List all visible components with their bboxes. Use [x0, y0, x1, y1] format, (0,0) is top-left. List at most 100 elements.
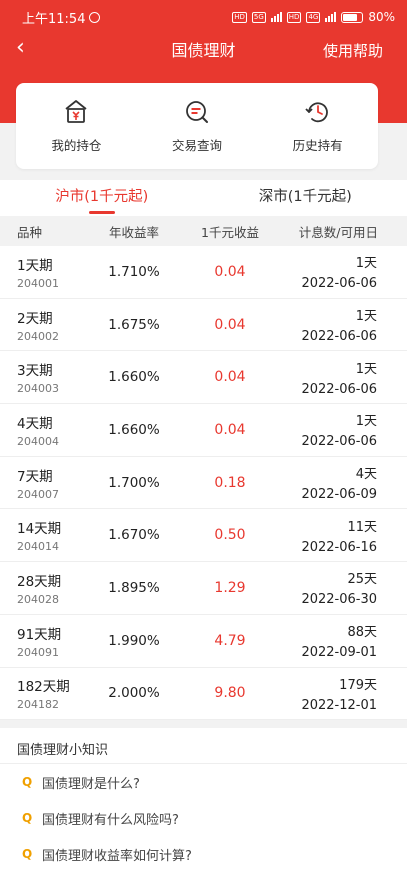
earn-per-thousand: 0.04	[214, 369, 246, 386]
faq-item[interactable]: Q 国债理财收益率如何计算?	[0, 836, 407, 869]
available-date: 2022-09-01	[301, 645, 377, 661]
faq-item[interactable]: Q 国债理财是什么?	[0, 764, 407, 800]
product-code: 204028	[17, 592, 59, 606]
table-row[interactable]: 14天期 204014 1.670% 0.50 11天 2022-06-16	[0, 509, 407, 563]
question-icon: Q	[22, 811, 33, 825]
available-date: 2022-06-06	[301, 276, 377, 292]
col-header-product: 品种	[17, 224, 43, 240]
table-header: 品种 年收益率 1千元收益 计息数/可用日	[0, 216, 407, 246]
signal-icon	[270, 12, 282, 22]
available-date: 2022-12-01	[301, 697, 377, 713]
available-date: 2022-06-16	[301, 539, 377, 555]
product-name: 28天期	[17, 573, 62, 590]
product-name: 182天期	[17, 679, 70, 696]
product-name: 2天期	[17, 310, 53, 327]
product-code: 204004	[17, 434, 59, 448]
hd-badge: HD	[232, 11, 247, 23]
product-code: 204001	[17, 276, 59, 290]
available-date: 2022-06-06	[301, 329, 377, 345]
knowledge-section: 国债理财小知识 Q 国债理财是什么? Q 国债理财有什么风险吗? Q 国债理财收…	[0, 728, 407, 869]
product-name: 91天期	[17, 626, 62, 643]
available-date: 2022-06-06	[301, 381, 377, 397]
market-tabs: 沪市(1千元起) 深市(1千元起)	[0, 180, 407, 216]
wallet-yuan-icon	[65, 100, 87, 123]
table-row[interactable]: 2天期 204002 1.675% 0.04 1天 2022-06-06	[0, 299, 407, 352]
product-code: 204182	[17, 698, 59, 712]
earn-per-thousand: 4.79	[214, 632, 246, 649]
signal-icon-2	[325, 12, 337, 22]
annual-rate: 1.675%	[108, 316, 160, 333]
quick-trade-query[interactable]: 交易查询	[147, 98, 247, 154]
col-header-earn: 1千元收益	[201, 224, 259, 240]
question-icon: Q	[22, 847, 33, 861]
faq-text: 国债理财收益率如何计算?	[42, 848, 192, 864]
faq-item[interactable]: Q 国债理财有什么风险吗?	[0, 800, 407, 836]
available-date: 2022-06-30	[301, 592, 377, 608]
help-link[interactable]: 使用帮助	[323, 40, 383, 61]
history-clock-icon	[305, 102, 328, 123]
earn-per-thousand: 0.18	[214, 474, 246, 491]
tab-shanghai[interactable]: 沪市(1千元起)	[0, 180, 204, 216]
interest-days: 25天	[347, 572, 377, 588]
tab-shenzhen[interactable]: 深市(1千元起)	[204, 180, 407, 216]
table-row[interactable]: 3天期 204003 1.660% 0.04 1天 2022-06-06	[0, 351, 407, 405]
product-name: 1天期	[17, 257, 53, 274]
network-5g-label: 5G	[251, 11, 266, 23]
quick-label: 我的持仓	[51, 138, 102, 153]
product-name: 4天期	[17, 415, 53, 432]
annual-rate: 1.895%	[108, 579, 160, 596]
back-arrow-icon[interactable]: ‹	[16, 37, 25, 59]
network-4g-label: 4G	[306, 11, 321, 23]
quick-label: 交易查询	[171, 138, 222, 153]
annual-rate: 1.660%	[108, 421, 160, 438]
earn-per-thousand: 0.04	[214, 421, 246, 438]
repo-table: 1天期 204001 1.710% 0.04 1天 2022-06-06 2天期 20…	[0, 246, 407, 721]
annual-rate: 1.660%	[108, 369, 160, 386]
annual-rate: 1.990%	[108, 632, 160, 649]
product-code: 204014	[17, 540, 59, 554]
hd-badge-2: HD	[286, 11, 302, 23]
quick-my-holdings[interactable]: 我的持仓	[26, 98, 126, 154]
interest-days: 179天	[339, 677, 377, 693]
product-name: 7天期	[17, 468, 53, 485]
product-code: 204091	[17, 645, 59, 659]
faq-text: 国债理财有什么风险吗?	[42, 812, 179, 828]
table-row[interactable]: 4天期 204004 1.660% 0.04 1天 2022-06-06	[0, 404, 407, 457]
battery-level: 80%	[368, 10, 395, 24]
table-row[interactable]: 28天期 204028 1.895% 1.29 25天 2022-06-30	[0, 562, 407, 615]
earn-per-thousand: 0.04	[214, 263, 246, 280]
interest-days: 11天	[347, 519, 377, 535]
table-row[interactable]: 1天期 204001 1.710% 0.04 1天 2022-06-06	[0, 246, 407, 299]
interest-days: 1天	[355, 414, 377, 430]
earn-per-thousand: 0.04	[214, 316, 246, 333]
interest-days: 88天	[347, 625, 377, 641]
product-name: 14天期	[17, 521, 62, 538]
status-bar: 上午11:54 HD 5G HD 4G 80%	[0, 0, 407, 34]
interest-days: 4天	[355, 467, 377, 483]
annual-rate: 1.700%	[108, 474, 160, 491]
knowledge-title: 国债理财小知识	[0, 728, 407, 764]
earn-per-thousand: 1.29	[214, 579, 246, 596]
faq-text: 国债理财是什么?	[42, 776, 140, 792]
search-coin-icon	[186, 101, 208, 123]
interest-days: 1天	[355, 361, 377, 377]
status-time: 上午11:54	[22, 11, 86, 27]
col-header-rate: 年收益率	[108, 224, 159, 240]
available-date: 2022-06-09	[301, 487, 377, 503]
table-row[interactable]: 182天期 204182 2.000% 9.80 179天 2022-12-01	[0, 668, 407, 721]
question-icon: Q	[22, 775, 33, 789]
annual-rate: 1.670%	[108, 527, 160, 544]
available-date: 2022-06-06	[301, 434, 377, 450]
earn-per-thousand: 9.80	[214, 685, 246, 702]
table-row[interactable]: 7天期 204007 1.700% 0.18 4天 2022-06-09	[0, 457, 407, 510]
alarm-icon	[89, 11, 101, 23]
quick-label: 历史持有	[292, 138, 343, 153]
interest-days: 1天	[355, 309, 377, 325]
table-row[interactable]: 91天期 204091 1.990% 4.79 88天 2022-09-01	[0, 615, 407, 668]
product-code: 204003	[17, 382, 59, 396]
battery-icon	[341, 11, 364, 23]
quick-actions-card: 我的持仓 交易查询 历史持有	[16, 83, 378, 169]
quick-history[interactable]: 历史持有	[268, 98, 368, 154]
annual-rate: 1.710%	[108, 263, 160, 280]
col-header-days: 计息数/可用日	[298, 224, 378, 240]
